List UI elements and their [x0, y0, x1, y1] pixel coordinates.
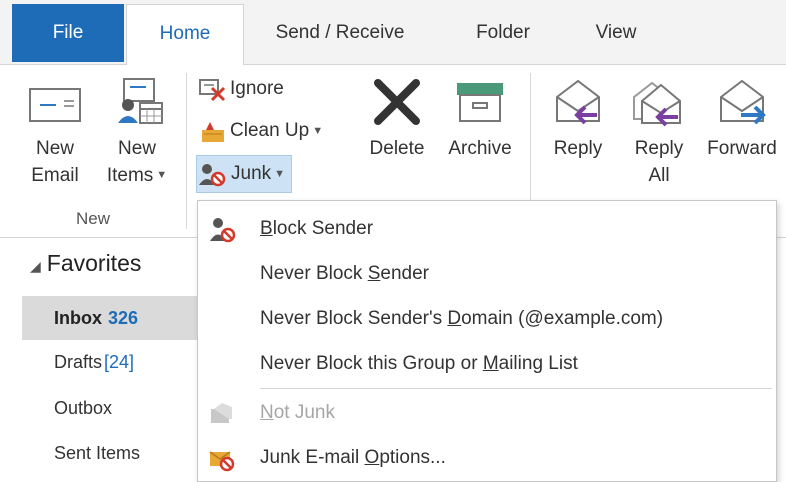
ignore-button[interactable]: Ignore	[198, 71, 284, 107]
reply-button[interactable]: Reply	[546, 75, 610, 162]
new-items-button[interactable]: New Items ▼	[98, 75, 176, 189]
menu-label: Never Block Sender	[260, 263, 429, 284]
unread-count: 326	[108, 308, 139, 328]
folder-label: Inbox	[54, 308, 102, 328]
archive-icon	[457, 83, 503, 122]
not-junk-icon	[211, 403, 232, 423]
menu-label: Not Junk	[260, 402, 335, 423]
tab-file[interactable]: File	[12, 4, 124, 62]
folder-outbox[interactable]: Outbox	[22, 386, 198, 430]
junk-icon	[199, 164, 226, 187]
chevron-down-icon: ▼	[274, 168, 286, 180]
chevron-down-icon: ▼	[312, 125, 324, 137]
collapse-triangle-icon: ◢	[30, 258, 41, 274]
folder-drafts[interactable]: Drafts [24]	[22, 340, 198, 384]
new-email-label-1: New	[35, 138, 74, 159]
junk-options-icon	[209, 451, 235, 472]
reply-all-label-2: All	[648, 165, 670, 186]
reply-label: Reply	[553, 138, 603, 159]
menu-label: Never Block this Group or Mailing List	[260, 353, 578, 374]
folder-label: Drafts	[54, 352, 103, 372]
menu-not-junk[interactable]: Not Junk	[198, 390, 776, 435]
item-count: [24]	[104, 352, 135, 372]
forward-button[interactable]: Forward	[700, 75, 784, 162]
group-label-new: New	[76, 209, 111, 228]
folder-sent-items[interactable]: Sent Items	[22, 431, 198, 475]
favorites-label: Favorites	[46, 250, 142, 276]
tab-folder[interactable]: Folder	[458, 4, 548, 62]
delete-icon	[374, 79, 420, 125]
menu-separator	[260, 388, 772, 389]
folder-inbox[interactable]: Inbox 326	[22, 296, 198, 340]
delete-label: Delete	[369, 138, 425, 159]
new-email-icon	[29, 88, 81, 122]
ignore-label: Ignore	[230, 78, 284, 99]
forward-icon	[720, 79, 766, 125]
ribbon-tab-bar: File Home Send / Receive Folder View	[0, 0, 786, 66]
delete-button[interactable]: Delete	[362, 75, 432, 162]
menu-never-block-group[interactable]: Never Block this Group or Mailing List	[198, 341, 776, 386]
menu-block-sender[interactable]: Block Sender	[198, 206, 776, 251]
new-items-label-1: New	[117, 138, 156, 159]
forward-label: Forward	[707, 138, 777, 159]
folder-label: Outbox	[54, 398, 113, 418]
archive-label: Archive	[448, 138, 512, 159]
tab-home[interactable]: Home	[126, 4, 244, 66]
block-sender-icon	[210, 218, 236, 243]
reply-all-label-1: Reply	[634, 138, 684, 159]
chevron-down-icon: ▼	[156, 169, 168, 182]
menu-never-block-domain[interactable]: Never Block Sender's Domain (@example.co…	[198, 296, 776, 341]
tab-view[interactable]: View	[578, 4, 654, 62]
junk-button[interactable]: Junk ▼	[196, 155, 293, 193]
menu-label: Block Sender	[260, 218, 374, 239]
ignore-icon	[199, 78, 226, 102]
folder-pane: ◢ Favorites Inbox 326 Drafts [24] Outbox Se…	[0, 238, 198, 482]
menu-junk-options[interactable]: Junk E-mail Options...	[198, 435, 776, 480]
junk-label: Junk	[231, 163, 272, 185]
menu-label: Junk E-mail Options...	[260, 447, 446, 468]
tab-send-receive[interactable]: Send / Receive	[262, 4, 418, 62]
reply-all-icon	[633, 81, 681, 127]
new-items-label-2: Items ▼	[106, 165, 168, 186]
menu-label: Never Block Sender's Domain (@example.co…	[260, 308, 664, 329]
new-email-label-2: Email	[31, 165, 79, 186]
reply-all-button[interactable]: Reply All	[624, 75, 694, 189]
new-items-icon	[118, 78, 163, 124]
favorites-header[interactable]: ◢ Favorites	[30, 250, 141, 277]
clean-up-button[interactable]: Clean Up ▼	[198, 113, 323, 149]
folder-label: Sent Items	[54, 443, 141, 463]
clean-up-icon	[202, 122, 224, 142]
junk-dropdown-menu: Block Sender Never Block Sender Never Bl…	[197, 200, 777, 482]
clean-up-label: Clean Up	[230, 120, 310, 142]
reply-icon	[556, 79, 600, 125]
menu-never-block-sender[interactable]: Never Block Sender	[198, 251, 776, 296]
new-email-button[interactable]: New Email	[20, 75, 90, 189]
archive-button[interactable]: Archive	[440, 75, 520, 162]
group-separator	[186, 73, 187, 229]
